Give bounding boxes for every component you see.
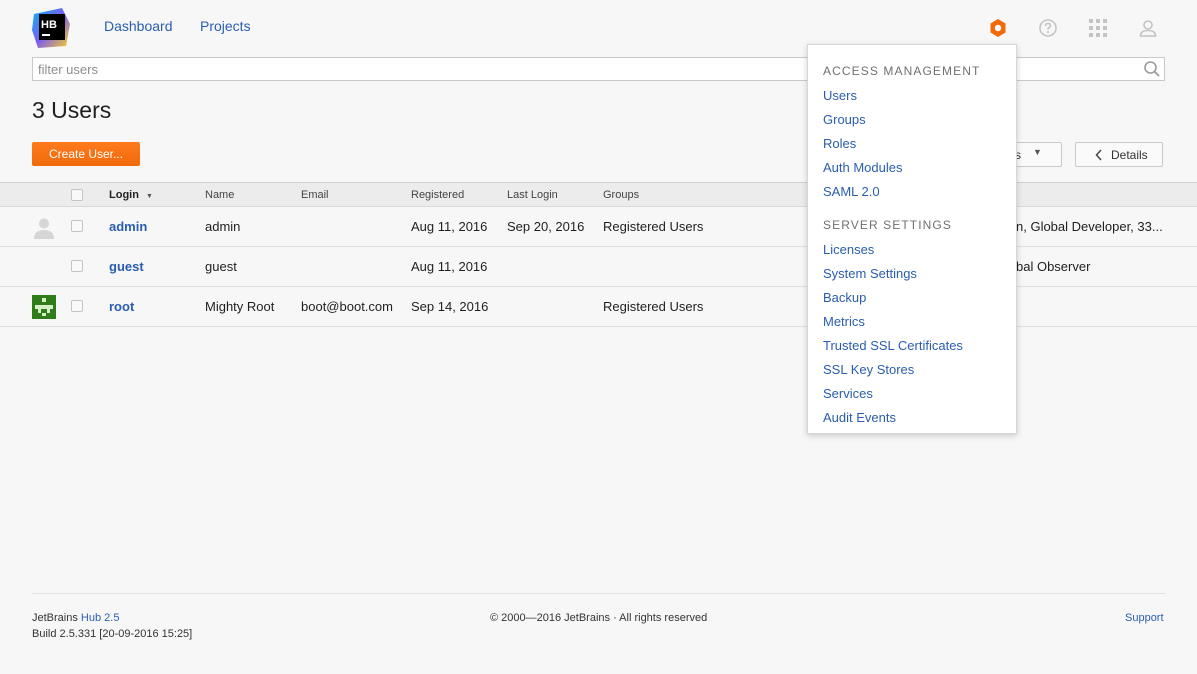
user-login-link[interactable]: admin <box>109 219 147 234</box>
create-user-button[interactable]: Create User... <box>32 142 140 166</box>
hub-logo[interactable]: HB <box>32 8 72 48</box>
column-header-name: Name <box>205 189 235 201</box>
chevron-left-icon <box>1095 149 1103 164</box>
table-row[interactable]: admin admin Aug 11, 2016 Sep 20, 2016 Re… <box>0 207 1197 247</box>
access-management-header: ACCESS MANAGEMENT <box>823 64 981 78</box>
row-checkbox[interactable] <box>71 300 83 312</box>
menu-item-trusted-ssl-certificates[interactable]: Trusted SSL Certificates <box>823 338 963 353</box>
menu-item-metrics[interactable]: Metrics <box>823 314 865 329</box>
menu-item-licenses[interactable]: Licenses <box>823 242 874 257</box>
footer-copyright: © 2000—2016 JetBrains · All rights reser… <box>490 612 708 624</box>
administration-menu: ACCESS MANAGEMENT Users Groups Roles Aut… <box>807 44 1017 434</box>
user-registered: Aug 11, 2016 <box>411 219 488 234</box>
menu-item-auth-modules[interactable]: Auth Modules <box>823 160 903 175</box>
user-icon[interactable] <box>1137 17 1159 39</box>
menu-item-services[interactable]: Services <box>823 386 873 401</box>
logo-text: HB <box>41 19 57 31</box>
user-groups: Registered Users <box>603 219 704 234</box>
menu-item-users[interactable]: Users <box>823 88 857 103</box>
user-registered: Aug 11, 2016 <box>411 259 488 274</box>
page-title: 3 Users <box>32 97 112 123</box>
menu-item-roles[interactable]: Roles <box>823 136 856 151</box>
caret-down-icon: ▼ <box>1033 147 1042 157</box>
user-roles: bal Observer <box>1016 259 1091 274</box>
table-row[interactable]: guest guest Aug 11, 2016 bal Observer <box>0 247 1197 287</box>
menu-item-saml[interactable]: SAML 2.0 <box>823 184 880 199</box>
menu-item-system-settings[interactable]: System Settings <box>823 266 917 281</box>
table-header: Login ▼ Name Email Registered Last Login… <box>0 182 1197 207</box>
user-registered: Sep 14, 2016 <box>411 299 489 314</box>
column-login-label: Login <box>109 189 139 201</box>
nav-projects[interactable]: Projects <box>200 18 251 34</box>
sort-desc-icon: ▼ <box>146 193 153 200</box>
user-name: guest <box>205 259 237 274</box>
menu-item-groups[interactable]: Groups <box>823 112 866 127</box>
apps-grid-icon[interactable] <box>1087 17 1109 39</box>
column-header-last-login: Last Login <box>507 189 558 201</box>
footer-product-link[interactable]: Hub 2.5 <box>81 612 120 624</box>
default-avatar-icon <box>32 215 56 239</box>
user-last-login: Sep 20, 2016 <box>507 219 585 234</box>
server-settings-header: SERVER SETTINGS <box>823 218 952 232</box>
nav-dashboard[interactable]: Dashboard <box>104 18 173 34</box>
column-header-email: Email <box>301 189 329 201</box>
row-checkbox[interactable] <box>71 260 83 272</box>
menu-item-backup[interactable]: Backup <box>823 290 866 305</box>
footer-divider <box>32 593 1165 594</box>
footer-product: JetBrains Hub 2.5 <box>32 612 119 624</box>
column-header-registered: Registered <box>411 189 465 201</box>
user-email: boot@boot.com <box>301 299 393 314</box>
details-label: Details <box>1111 148 1148 162</box>
help-icon[interactable] <box>1037 17 1059 39</box>
search-icon[interactable] <box>1143 60 1161 78</box>
user-groups: Registered Users <box>603 299 704 314</box>
footer-product-prefix: JetBrains <box>32 612 78 624</box>
details-button[interactable]: Details <box>1075 142 1163 167</box>
column-header-groups: Groups <box>603 189 640 201</box>
column-header-login[interactable]: Login ▼ <box>109 189 153 201</box>
select-all-checkbox[interactable] <box>71 189 83 201</box>
footer-support-link[interactable]: Support <box>1125 612 1164 624</box>
menu-item-audit-events[interactable]: Audit Events <box>823 410 896 425</box>
settings-icon[interactable] <box>987 17 1009 39</box>
user-login-link[interactable]: guest <box>109 259 144 274</box>
footer-build: Build 2.5.331 [20-09-2016 15:25] <box>32 628 193 640</box>
user-name: Mighty Root <box>205 299 275 314</box>
user-login-link[interactable]: root <box>109 299 134 314</box>
user-name: admin <box>205 219 241 234</box>
table-row[interactable]: root Mighty Root boot@boot.com Sep 14, 2… <box>0 287 1197 327</box>
menu-item-ssl-key-stores[interactable]: SSL Key Stores <box>823 362 914 377</box>
row-checkbox[interactable] <box>71 220 83 232</box>
pixel-avatar-icon <box>32 295 56 319</box>
user-roles: n, Global Developer, 33... <box>1016 219 1163 234</box>
